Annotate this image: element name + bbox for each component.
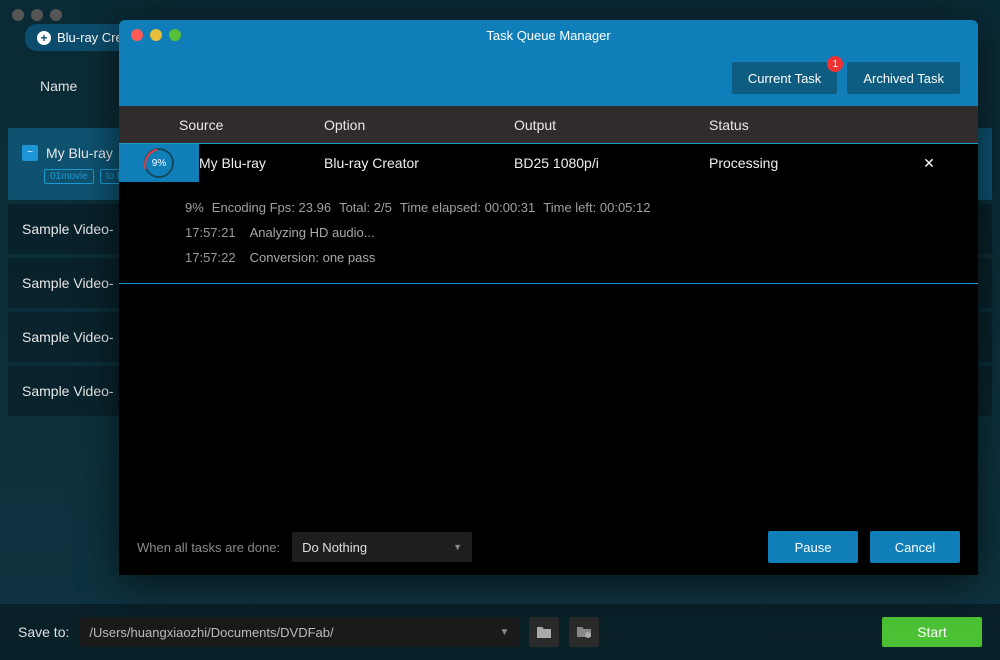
remove-task-button[interactable]: ✕ bbox=[923, 155, 935, 171]
log-timestamp: 17:57:21 bbox=[185, 225, 236, 240]
main-footer: Save to: /Users/huangxiaozhi/Documents/D… bbox=[0, 604, 1000, 660]
list-item-label: My Blu-ray bbox=[46, 145, 113, 161]
column-option: Option bbox=[324, 117, 514, 133]
log-line: 17:57:22 Conversion: one pass bbox=[185, 250, 978, 265]
start-button[interactable]: Start bbox=[882, 617, 982, 647]
task-output: BD25 1080p/i bbox=[514, 155, 709, 171]
close-icon[interactable] bbox=[12, 9, 24, 21]
minimize-icon[interactable] bbox=[31, 9, 43, 21]
chevron-down-icon: ▼ bbox=[499, 627, 509, 638]
chevron-down-icon: ▼ bbox=[453, 542, 462, 552]
column-source: Source bbox=[179, 117, 324, 133]
checkbox-icon[interactable]: − bbox=[22, 145, 38, 161]
progress-ring-icon: 9% bbox=[144, 148, 174, 178]
zoom-icon[interactable] bbox=[50, 9, 62, 21]
settings-icon[interactable] bbox=[569, 617, 599, 647]
close-icon[interactable] bbox=[131, 29, 143, 41]
task-status: Processing bbox=[709, 155, 899, 171]
detail-fps: 23.96 bbox=[299, 200, 332, 215]
task-queue-modal: Task Queue Manager Current Task 1 Archiv… bbox=[119, 20, 978, 575]
detail-percent: 9% bbox=[185, 200, 204, 215]
zoom-icon[interactable] bbox=[169, 29, 181, 41]
done-action-select[interactable]: Do Nothing ▼ bbox=[292, 532, 472, 562]
save-to-label: Save to: bbox=[18, 624, 69, 640]
detail-elapsed: 00:00:31 bbox=[485, 200, 536, 215]
table-header: Source Option Output Status bbox=[119, 106, 978, 144]
log-line: 17:57:21 Analyzing HD audio... bbox=[185, 225, 978, 240]
pause-button[interactable]: Pause bbox=[768, 531, 858, 563]
task-row[interactable]: 9% My Blu-ray Blu-ray Creator BD25 1080p… bbox=[119, 144, 978, 182]
save-path-input[interactable]: /Users/huangxiaozhi/Documents/DVDFab/ ▼ bbox=[79, 617, 519, 647]
folder-icon[interactable] bbox=[529, 617, 559, 647]
modal-footer: When all tasks are done: Do Nothing ▼ Pa… bbox=[119, 519, 978, 575]
detail-timeleft: 00:05:12 bbox=[600, 200, 651, 215]
modal-titlebar: Task Queue Manager bbox=[119, 20, 978, 50]
detail-total: 2/5 bbox=[374, 200, 392, 215]
task-detail: 9% Encoding Fps: 23.96 Total: 2/5 Time e… bbox=[119, 182, 978, 284]
done-action-label: When all tasks are done: bbox=[137, 540, 280, 555]
log-timestamp: 17:57:22 bbox=[185, 250, 236, 265]
list-item-label: Sample Video- bbox=[22, 275, 114, 291]
task-source: My Blu-ray bbox=[199, 155, 324, 171]
cancel-button[interactable]: Cancel bbox=[870, 531, 960, 563]
column-name: Name bbox=[40, 78, 77, 94]
list-item-label: Sample Video- bbox=[22, 383, 114, 399]
tab-current-task[interactable]: Current Task 1 bbox=[732, 62, 837, 94]
modal-title: Task Queue Manager bbox=[486, 28, 610, 43]
list-item-label: Sample Video- bbox=[22, 329, 114, 345]
column-status: Status bbox=[709, 117, 899, 133]
log-message: Analyzing HD audio... bbox=[250, 225, 375, 240]
task-option: Blu-ray Creator bbox=[324, 155, 514, 171]
progress-indicator: 9% bbox=[119, 144, 199, 182]
badge-count: 1 bbox=[827, 56, 843, 72]
done-action-value: Do Nothing bbox=[302, 540, 367, 555]
plus-icon: + bbox=[37, 31, 51, 45]
list-item-label: Sample Video- bbox=[22, 221, 114, 237]
save-path-value: /Users/huangxiaozhi/Documents/DVDFab/ bbox=[89, 625, 333, 640]
log-message: Conversion: one pass bbox=[250, 250, 376, 265]
tab-archived-task[interactable]: Archived Task bbox=[847, 62, 960, 94]
modal-tabs: Current Task 1 Archived Task bbox=[119, 50, 978, 106]
minimize-icon[interactable] bbox=[150, 29, 162, 41]
pill[interactable]: 01movie bbox=[44, 169, 94, 184]
column-output: Output bbox=[514, 117, 709, 133]
